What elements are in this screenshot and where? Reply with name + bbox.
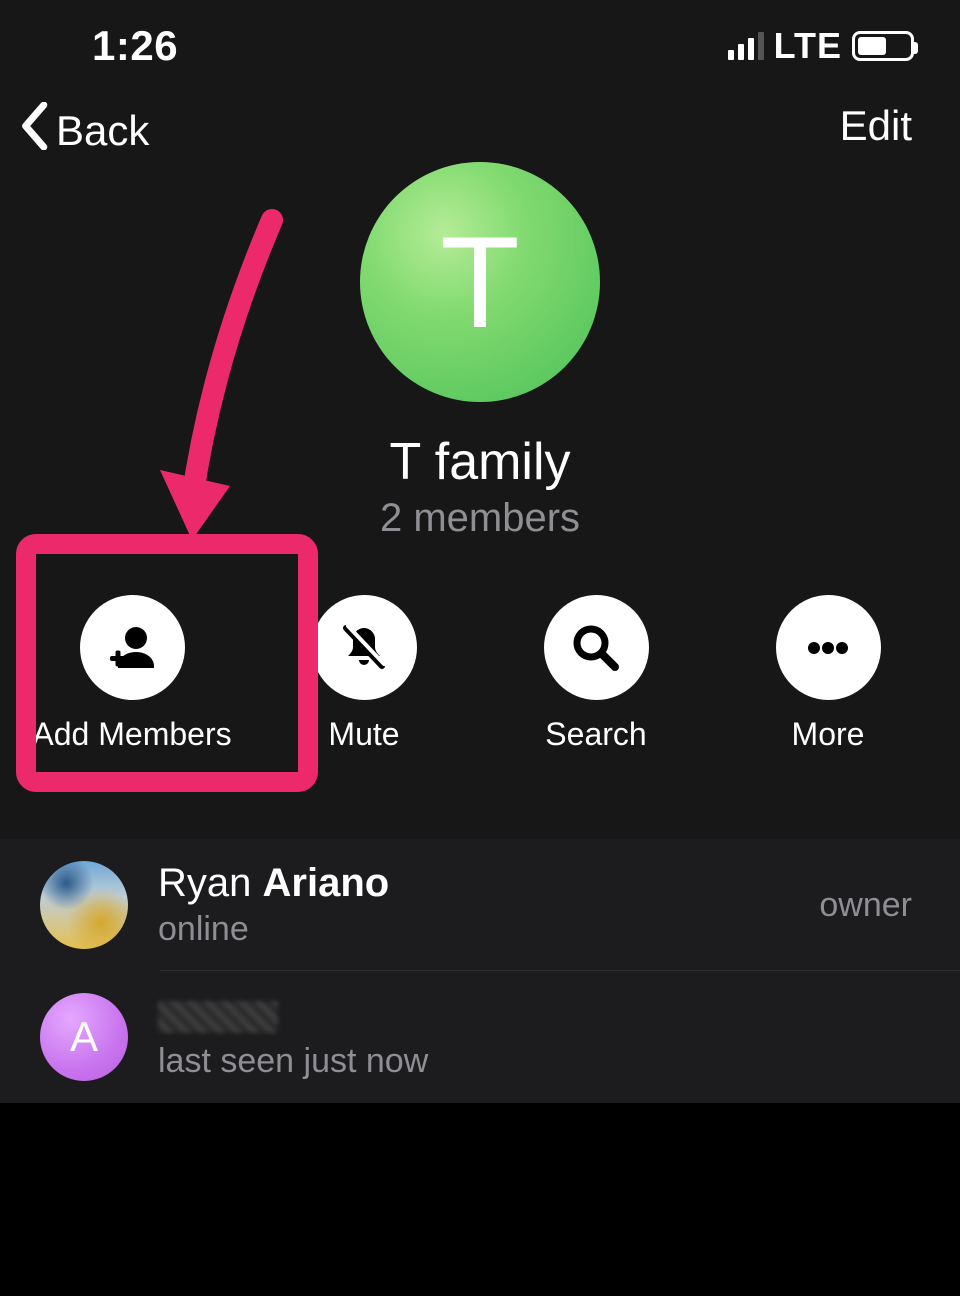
mute-button[interactable]: Mute (259, 595, 469, 753)
member-name-redacted (158, 993, 920, 1038)
back-label: Back (56, 107, 149, 155)
add-members-label: Add Members (32, 716, 231, 753)
mute-label: Mute (328, 716, 399, 753)
signal-icon (728, 32, 764, 60)
member-status: last seen just now (158, 1042, 920, 1081)
chevron-left-icon (20, 102, 48, 160)
members-list: Ryan Ariano online owner A last seen jus… (0, 839, 960, 1103)
search-button[interactable]: Search (491, 595, 701, 753)
member-status: online (158, 910, 819, 949)
group-name: T family (0, 432, 960, 492)
status-time: 1:26 (92, 22, 178, 70)
member-role: owner (819, 886, 912, 925)
add-members-icon (80, 595, 185, 700)
status-bar: 1:26 LTE (0, 0, 960, 92)
member-avatar: A (40, 993, 128, 1081)
member-avatar (40, 861, 128, 949)
more-icon (776, 595, 881, 700)
add-members-button[interactable]: Add Members (27, 595, 237, 753)
more-button[interactable]: More (723, 595, 933, 753)
member-row[interactable]: A last seen just now (0, 971, 960, 1103)
search-icon (544, 595, 649, 700)
group-header: T T family 2 members (0, 162, 960, 541)
member-name: Ryan Ariano (158, 861, 819, 906)
network-label: LTE (774, 25, 842, 67)
more-label: More (792, 716, 865, 753)
member-row[interactable]: Ryan Ariano online owner (0, 839, 960, 971)
group-avatar-initial: T (440, 217, 519, 347)
status-indicators: LTE (728, 25, 914, 67)
nav-bar: Back Edit (0, 92, 960, 172)
member-count: 2 members (0, 496, 960, 541)
edit-button[interactable]: Edit (840, 102, 912, 150)
battery-icon (852, 31, 914, 61)
bottom-spacer (0, 1103, 960, 1296)
search-label: Search (545, 716, 646, 753)
mute-icon (312, 595, 417, 700)
actions-row: Add Members Mute Search More (0, 595, 960, 793)
group-avatar[interactable]: T (360, 162, 600, 402)
back-button[interactable]: Back (20, 102, 149, 160)
